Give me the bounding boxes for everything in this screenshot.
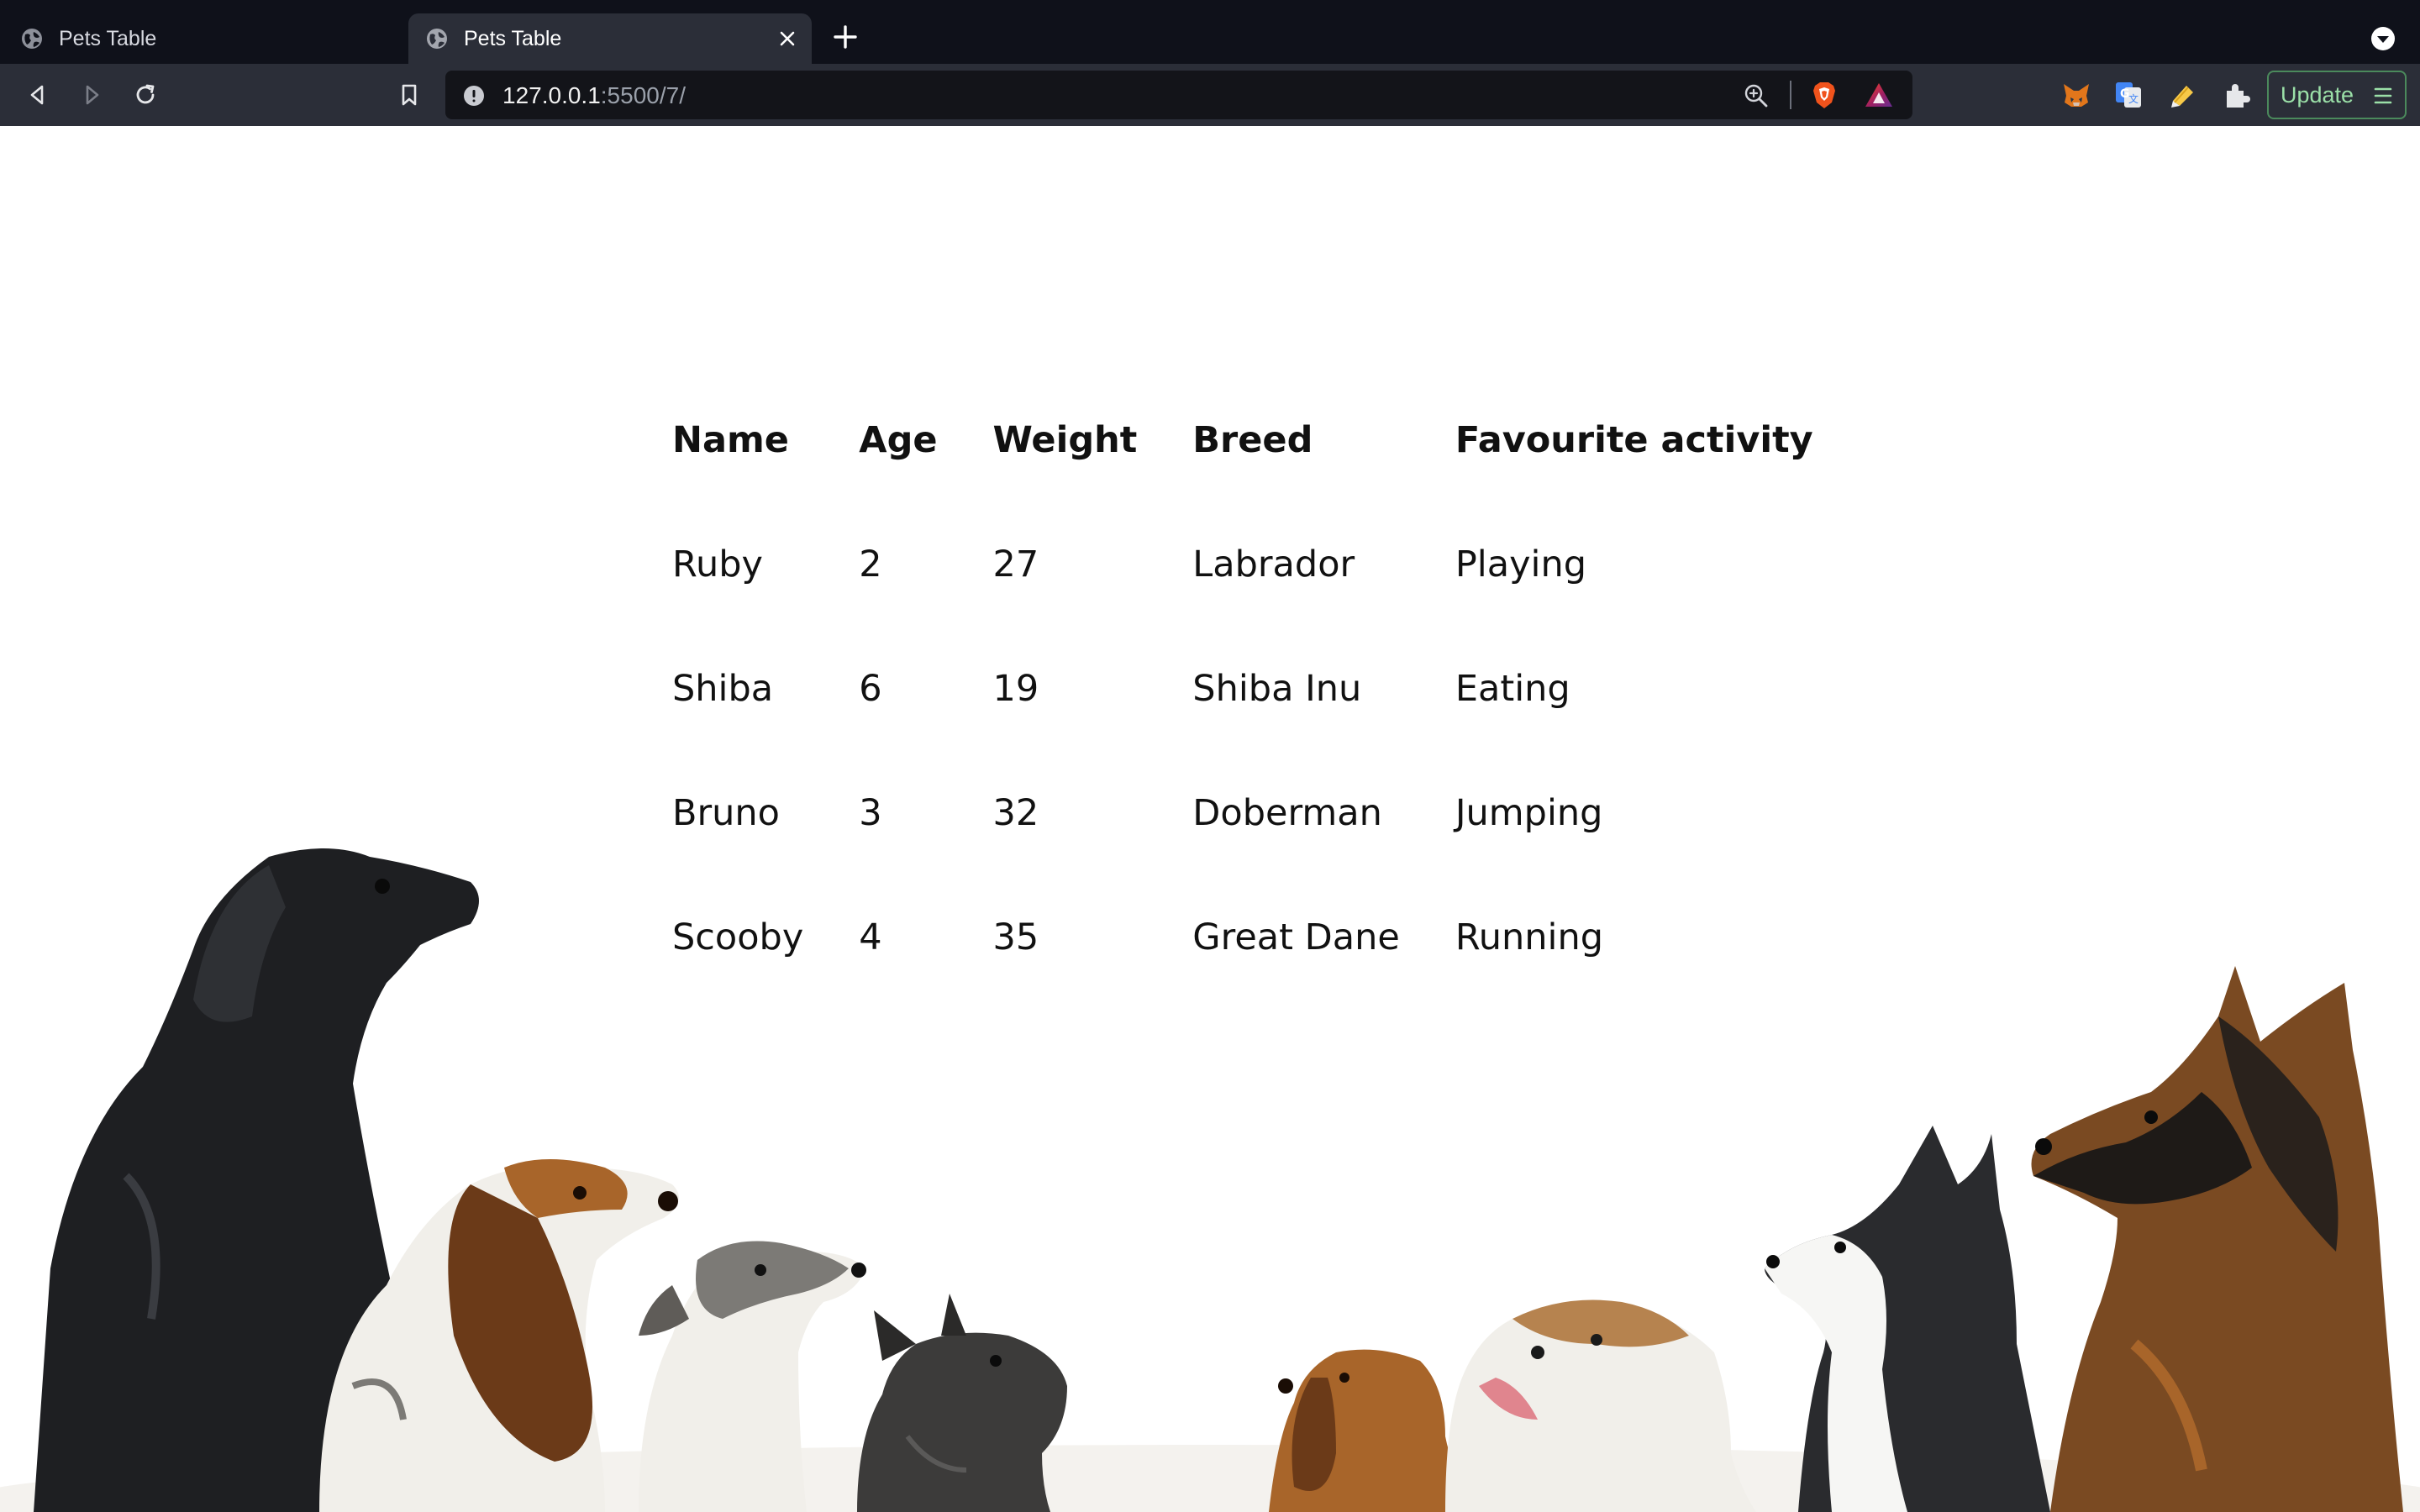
bookmark-icon[interactable] bbox=[395, 81, 424, 109]
cell-age: 6 bbox=[859, 668, 882, 710]
column-header-breed: Breed bbox=[1192, 419, 1313, 461]
cell-age: 2 bbox=[859, 543, 882, 585]
tab-search-icon[interactable] bbox=[2370, 25, 2396, 52]
cell-age: 4 bbox=[859, 916, 882, 958]
table-row: Ruby 2 27 Labrador Playing bbox=[655, 502, 1852, 627]
cell-name: Shiba bbox=[672, 668, 774, 710]
english-bulldog-dog bbox=[1445, 1299, 1756, 1512]
cell-breed: Doberman bbox=[1192, 792, 1382, 834]
cell-activity: Running bbox=[1455, 916, 1604, 958]
globe-icon bbox=[427, 29, 447, 49]
cell-name: Scooby bbox=[672, 916, 804, 958]
url-text[interactable]: 127.0.0.1:5500/7/ bbox=[502, 82, 686, 109]
cell-breed: Labrador bbox=[1192, 543, 1355, 585]
cell-activity: Jumping bbox=[1455, 792, 1603, 834]
table-row: Shiba 6 19 Shiba Inu Eating bbox=[655, 627, 1852, 751]
divider bbox=[1790, 81, 1791, 109]
pets-table: Name Age Weight Breed Favourite activity… bbox=[655, 378, 1852, 1000]
url-host: 127.0.0.1 bbox=[502, 82, 601, 108]
cell-age: 3 bbox=[859, 792, 882, 834]
browser-toolbar: 127.0.0.1:5500/7/ G 文 Update bbox=[0, 64, 2420, 126]
cell-name: Bruno bbox=[672, 792, 780, 834]
address-bar[interactable]: 127.0.0.1:5500/7/ bbox=[445, 71, 1912, 119]
cell-activity: Playing bbox=[1455, 543, 1587, 585]
reload-icon[interactable] bbox=[131, 81, 160, 109]
close-tab-icon[interactable] bbox=[775, 26, 800, 51]
tab-title: Pets Table bbox=[59, 26, 157, 50]
extensions-icon[interactable] bbox=[2220, 79, 2252, 111]
cell-weight: 27 bbox=[992, 543, 1039, 585]
globe-icon bbox=[22, 29, 42, 49]
cell-breed: Great Dane bbox=[1192, 916, 1400, 958]
update-button[interactable]: Update bbox=[2267, 71, 2407, 119]
tab-strip: Pets Table Pets Table bbox=[0, 0, 2420, 64]
svg-text:文: 文 bbox=[2128, 92, 2139, 105]
cell-weight: 19 bbox=[992, 668, 1039, 710]
german-shepherd-dog bbox=[2031, 966, 2403, 1512]
french-bulldog-dog bbox=[857, 1294, 1067, 1512]
cell-name: Ruby bbox=[672, 543, 763, 585]
page-content: Name Age Weight Breed Favourite activity… bbox=[0, 126, 2420, 1512]
brave-rewards-icon[interactable] bbox=[1864, 81, 1894, 109]
column-header-name: Name bbox=[672, 419, 789, 461]
forward-icon[interactable] bbox=[77, 81, 106, 109]
tab-pets-table-1[interactable]: Pets Table bbox=[20, 13, 400, 64]
table-row: Scooby 4 35 Great Dane Running bbox=[655, 875, 1852, 1000]
metamask-icon[interactable] bbox=[2060, 79, 2092, 111]
zoom-icon[interactable] bbox=[1743, 82, 1770, 109]
url-path: :5500/7/ bbox=[600, 82, 686, 108]
google-translate-icon[interactable]: G 文 bbox=[2112, 79, 2144, 111]
tab-pets-table-2[interactable]: Pets Table bbox=[408, 13, 812, 64]
table-header-row: Name Age Weight Breed Favourite activity bbox=[655, 378, 1852, 502]
tab-title: Pets Table bbox=[464, 26, 562, 50]
cell-breed: Shiba Inu bbox=[1192, 668, 1362, 710]
column-header-age: Age bbox=[859, 419, 938, 461]
menu-icon bbox=[2374, 87, 2392, 104]
update-label: Update bbox=[2281, 81, 2354, 108]
new-tab-icon[interactable] bbox=[832, 24, 859, 50]
cell-activity: Eating bbox=[1455, 668, 1570, 710]
husky-dog bbox=[1765, 1126, 2050, 1512]
highlighter-icon[interactable] bbox=[2166, 79, 2198, 111]
table-row: Bruno 3 32 Doberman Jumping bbox=[655, 751, 1852, 875]
back-icon[interactable] bbox=[24, 81, 52, 109]
cell-weight: 32 bbox=[992, 792, 1039, 834]
column-header-weight: Weight bbox=[992, 419, 1138, 461]
column-header-favourite-activity: Favourite activity bbox=[1455, 419, 1813, 461]
brave-shields-icon[interactable] bbox=[1808, 79, 1840, 111]
cell-weight: 35 bbox=[992, 916, 1039, 958]
site-info-icon[interactable] bbox=[462, 84, 486, 108]
